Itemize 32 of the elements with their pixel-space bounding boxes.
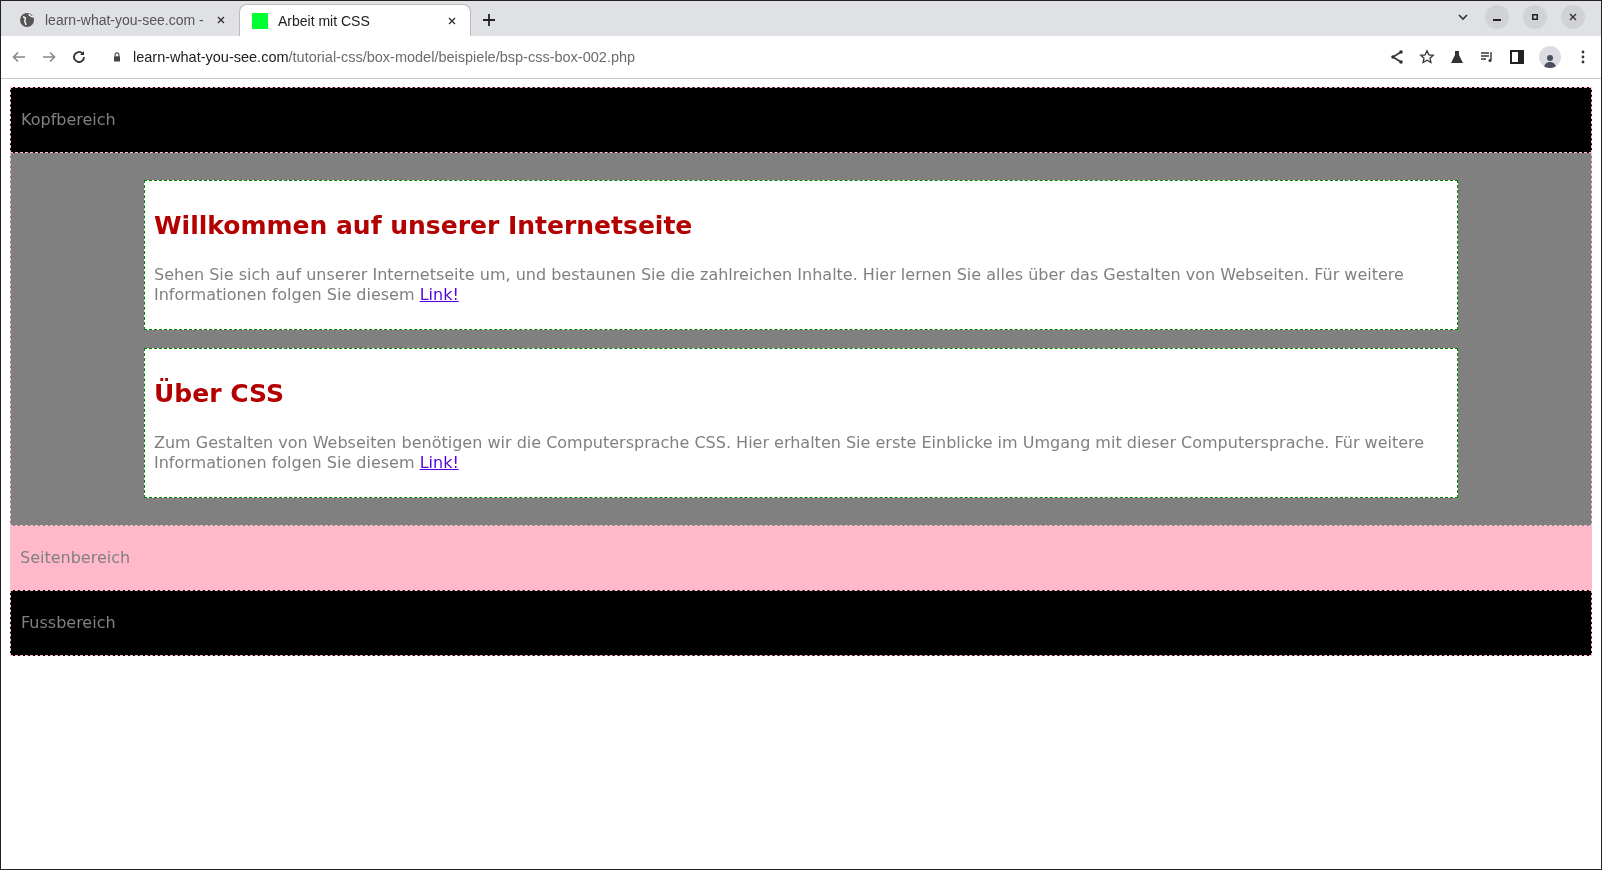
- close-icon: [1567, 11, 1579, 23]
- reload-icon[interactable]: [71, 49, 87, 65]
- article-text: Zum Gestalten von Webseiten benötigen wir die Computersprache CSS. Hier erhalten Sie erste Einblicke im Umgang mit dieser Computersprache. Für weitere Informationen folgen Sie diesem Link!: [154, 433, 1426, 473]
- side-panel-icon[interactable]: [1509, 49, 1525, 65]
- back-arrow-icon[interactable]: [11, 49, 27, 65]
- favicon-icon: [252, 12, 268, 29]
- lock-icon: [111, 51, 123, 63]
- minimize-button[interactable]: [1485, 5, 1509, 29]
- browser-tab[interactable]: learn-what-you-see.com -: [7, 4, 239, 36]
- plus-icon[interactable]: [481, 12, 497, 28]
- flask-icon[interactable]: [1449, 49, 1465, 65]
- text-link[interactable]: Link!: [419, 285, 459, 304]
- person-icon: [1542, 52, 1558, 68]
- article-heading: Willkommen auf unserer Internetseite: [154, 210, 694, 242]
- globe-icon: [19, 12, 35, 28]
- maximize-button[interactable]: [1523, 5, 1547, 29]
- close-icon[interactable]: [215, 14, 227, 26]
- text-link[interactable]: Link!: [419, 453, 459, 472]
- forward-arrow-icon[interactable]: [41, 49, 57, 65]
- minimize-icon: [1493, 19, 1501, 21]
- maximize-icon: [1529, 11, 1541, 23]
- media-list-icon[interactable]: [1479, 49, 1495, 65]
- article-heading: Über CSS: [154, 377, 285, 410]
- profile-avatar[interactable]: [1539, 46, 1561, 68]
- header-label: Kopfbereich: [21, 110, 116, 129]
- sidebar-label: Seitenbereich: [20, 548, 131, 567]
- browser-tab[interactable]: Arbeit mit CSS: [239, 4, 471, 36]
- star-icon[interactable]: [1419, 49, 1435, 65]
- article-text: Sehen Sie sich auf unserer Internetseite um, und bestaunen Sie die zahlreichen Inhalte. Hier lernen Sie alles über das Gestalten von Webseiten. Für weitere Informationen folgen Sie diesem Link!: [154, 265, 1405, 305]
- share-icon[interactable]: [1389, 49, 1405, 65]
- footer-label: Fussbereich: [21, 613, 116, 632]
- close-button[interactable]: [1561, 5, 1585, 29]
